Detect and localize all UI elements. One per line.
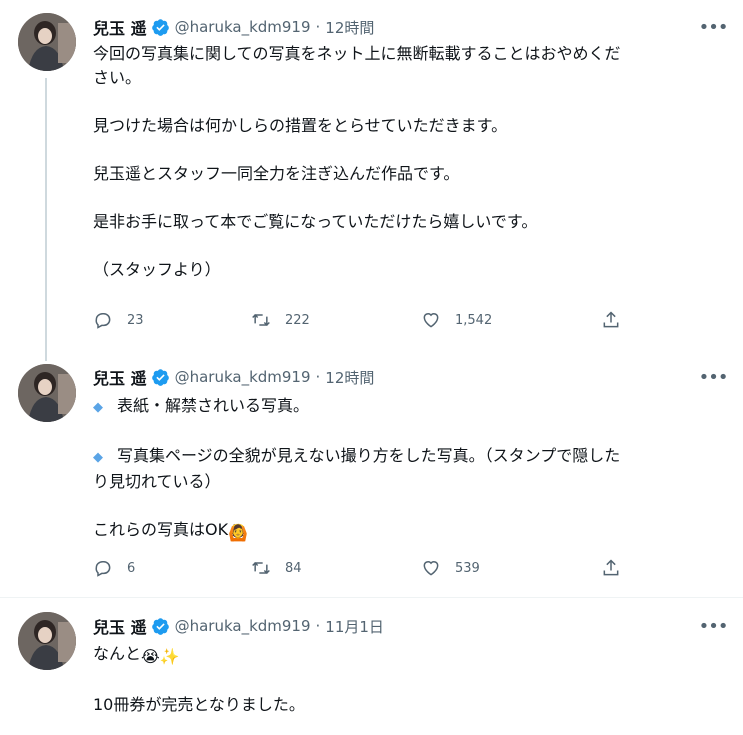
tweet-line: さい。 bbox=[93, 68, 142, 87]
tweet-actions: 6 84 539 bbox=[93, 558, 633, 582]
avatar-photo bbox=[18, 13, 76, 71]
tweet-line: 10冊券が完売となりました。 bbox=[93, 695, 305, 714]
tweet-line: 今回の写真集に関しての写真をネット上に無断転載することはおやめくだ bbox=[93, 44, 621, 63]
tweet-header: 兒玉 遥 @haruka_kdm919 · 12時間 bbox=[93, 365, 374, 389]
more-icon[interactable]: ••• bbox=[699, 15, 729, 39]
heart-icon bbox=[423, 561, 439, 576]
retweet-button[interactable]: 84 bbox=[251, 558, 302, 578]
diamond-icon: ◆ bbox=[93, 450, 103, 465]
tweet-line: 写真集ページの全貌が見えない撮り方をした写真。（スタンプで隠した bbox=[117, 446, 621, 465]
retweet-count: 222 bbox=[285, 312, 310, 328]
heart-icon bbox=[423, 313, 439, 328]
avatar-photo bbox=[18, 612, 76, 670]
display-name[interactable]: 兒玉 遥 bbox=[93, 15, 147, 39]
reply-button[interactable]: 23 bbox=[93, 310, 144, 330]
like-button[interactable]: 1,542 bbox=[421, 310, 492, 330]
tweet-line: これらの写真はOK bbox=[93, 520, 229, 539]
avatar[interactable] bbox=[18, 13, 76, 71]
avatar-photo bbox=[18, 364, 76, 422]
tweet[interactable]: 兒玉 遥 @haruka_kdm919 · 11月1日 ••• なんと😭✨ 10… bbox=[0, 598, 743, 735]
tweet[interactable]: 兒玉 遥 @haruka_kdm919 · 12時間 ••• 今回の写真集に関し… bbox=[0, 0, 743, 355]
reply-icon bbox=[95, 313, 111, 329]
tweet-text: ◆ 表紙・解禁されいる写真。 ◆ 写真集ページの全貌が見えない撮り方をした写真。（ス… bbox=[93, 394, 721, 545]
tweet-actions: 23 222 1,542 bbox=[93, 310, 633, 334]
crying-sparkles-emoji: 😭✨ bbox=[141, 647, 180, 666]
tweet-line: 表紙・解禁されいる写真。 bbox=[117, 396, 310, 415]
separator-dot: · bbox=[315, 18, 321, 36]
share-button[interactable] bbox=[601, 558, 621, 578]
ok-gesture-emoji: 🙆 bbox=[228, 523, 249, 542]
timestamp[interactable]: 12時間 bbox=[325, 367, 374, 388]
tweet-header: 兒玉 遥 @haruka_kdm919 · 11月1日 bbox=[93, 614, 384, 638]
separator-dot: · bbox=[315, 368, 321, 386]
verified-badge-icon bbox=[151, 617, 169, 635]
user-handle[interactable]: @haruka_kdm919 bbox=[175, 18, 311, 36]
tweet-text: なんと😭✨ 10冊券が完売となりました。 bbox=[93, 642, 721, 717]
retweet-icon bbox=[252, 313, 270, 327]
retweet-count: 84 bbox=[285, 560, 302, 576]
like-count: 1,542 bbox=[455, 312, 493, 328]
avatar[interactable] bbox=[18, 364, 76, 422]
verified-badge-icon bbox=[151, 18, 169, 36]
tweet[interactable]: 兒玉 遥 @haruka_kdm919 · 12時間 ••• ◆ 表紙・解禁されい… bbox=[0, 356, 743, 594]
avatar[interactable] bbox=[18, 612, 76, 670]
reply-button[interactable]: 6 bbox=[93, 558, 135, 578]
retweet-icon bbox=[252, 561, 270, 575]
user-handle[interactable]: @haruka_kdm919 bbox=[175, 617, 311, 635]
reply-icon bbox=[95, 561, 111, 577]
more-icon[interactable]: ••• bbox=[699, 614, 729, 638]
tweet-line: なんと bbox=[93, 644, 142, 663]
like-count: 539 bbox=[455, 560, 480, 576]
tweet-line: り見切れている） bbox=[93, 472, 221, 491]
diamond-icon: ◆ bbox=[93, 400, 103, 415]
separator-dot: · bbox=[315, 617, 321, 635]
more-icon[interactable]: ••• bbox=[699, 365, 729, 389]
timestamp[interactable]: 11月1日 bbox=[325, 616, 384, 637]
like-button[interactable]: 539 bbox=[421, 558, 480, 578]
verified-badge-icon bbox=[151, 368, 169, 386]
tweet-line: （スタッフより） bbox=[93, 260, 221, 279]
reply-count: 6 bbox=[127, 560, 136, 576]
tweet-line: 兒玉遥とスタッフ一同全力を注ぎ込んだ作品です。 bbox=[93, 164, 460, 183]
timestamp[interactable]: 12時間 bbox=[325, 17, 374, 38]
share-icon bbox=[603, 311, 619, 328]
share-button[interactable] bbox=[601, 310, 621, 330]
user-handle[interactable]: @haruka_kdm919 bbox=[175, 368, 311, 386]
tweet-line: 見つけた場合は何かしらの措置をとらせていただきます。 bbox=[93, 116, 508, 135]
share-icon bbox=[603, 559, 619, 576]
retweet-button[interactable]: 222 bbox=[251, 310, 310, 330]
display-name[interactable]: 兒玉 遥 bbox=[93, 365, 147, 389]
tweet-text: 今回の写真集に関しての写真をネット上に無断転載することはおやめくだ さい。 見つ… bbox=[93, 42, 721, 282]
reply-count: 23 bbox=[127, 312, 144, 328]
tweet-line: 是非お手に取って本でご覧になっていただけたら嬉しいです。 bbox=[93, 212, 538, 231]
tweet-header: 兒玉 遥 @haruka_kdm919 · 12時間 bbox=[93, 15, 374, 39]
display-name[interactable]: 兒玉 遥 bbox=[93, 614, 147, 638]
